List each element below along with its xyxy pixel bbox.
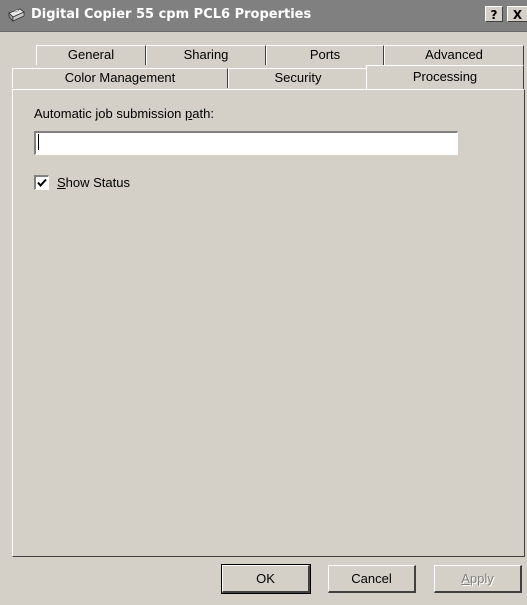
- printer-icon: [6, 7, 26, 23]
- show-status-label[interactable]: Show Status: [57, 175, 130, 190]
- tab-sharing[interactable]: Sharing: [146, 45, 266, 65]
- ok-button[interactable]: OK: [221, 564, 311, 594]
- help-button[interactable]: ?: [485, 6, 503, 22]
- tab-advanced[interactable]: Advanced: [384, 45, 524, 65]
- processing-panel: [12, 89, 525, 557]
- submission-path-label: Automatic job submission path:: [34, 106, 214, 121]
- apply-button[interactable]: Apply: [434, 565, 522, 593]
- printer-properties-dialog: Digital Copier 55 cpm PCL6 Properties ? …: [0, 0, 527, 605]
- submission-path-input[interactable]: [34, 131, 458, 155]
- show-status-accelerator: S: [57, 175, 66, 190]
- tab-color-management[interactable]: Color Management: [12, 68, 228, 88]
- close-button[interactable]: X: [507, 6, 527, 22]
- tab-security[interactable]: Security: [228, 68, 368, 88]
- apply-label-text: pply: [469, 571, 494, 586]
- cancel-button[interactable]: Cancel: [328, 565, 416, 593]
- tab-general[interactable]: General: [36, 45, 146, 65]
- show-status-label-text: how Status: [65, 175, 130, 190]
- tab-ports[interactable]: Ports: [266, 45, 384, 65]
- title-bar[interactable]: Digital Copier 55 cpm PCL6 Properties ? …: [0, 0, 527, 32]
- show-status-checkbox[interactable]: [34, 175, 49, 190]
- window-title: Digital Copier 55 cpm PCL6 Properties: [31, 7, 312, 22]
- checkmark-icon: [37, 178, 47, 188]
- tab-processing[interactable]: Processing: [366, 65, 524, 89]
- text-caret: [38, 134, 39, 150]
- apply-accelerator: A: [461, 571, 470, 586]
